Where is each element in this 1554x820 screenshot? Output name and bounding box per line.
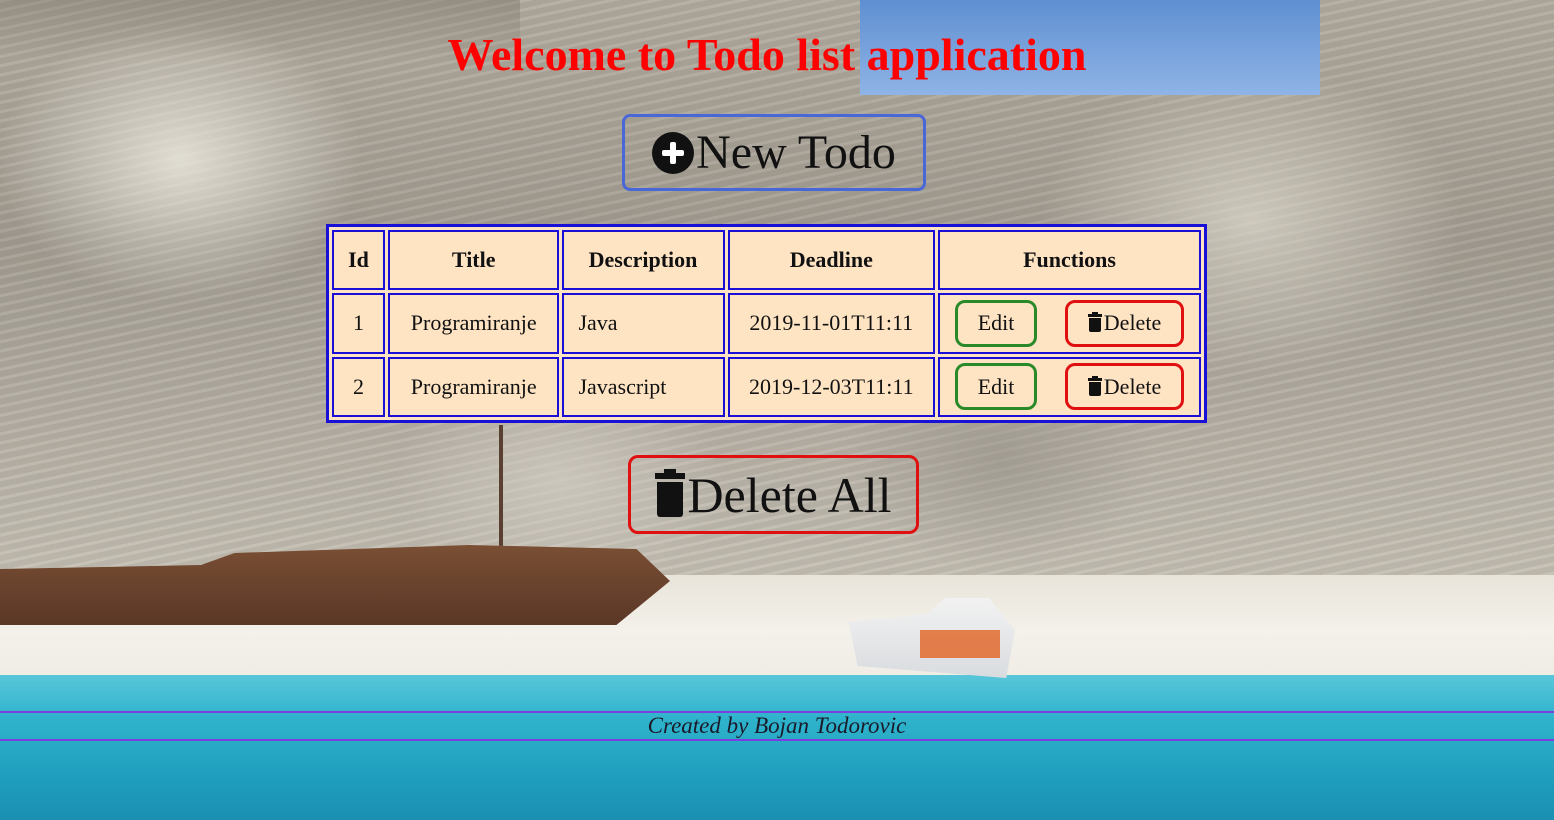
delete-label: Delete	[1103, 373, 1162, 399]
cell-id: 2	[332, 356, 385, 417]
trash-icon	[1087, 312, 1102, 333]
plus-circle-icon	[652, 131, 695, 174]
footer: Created by Bojan Todorovic	[0, 711, 1554, 741]
cell-description: Java	[562, 293, 725, 354]
tour-boat-deck	[920, 630, 1000, 658]
cell-functions: Edit Delete	[938, 293, 1201, 354]
column-header-functions: Functions	[938, 230, 1201, 290]
cell-title: Programiranje	[387, 356, 560, 417]
column-header-description: Description	[562, 230, 725, 290]
delete-button[interactable]: Delete	[1065, 363, 1184, 411]
cell-functions: Edit Delete	[938, 356, 1201, 417]
delete-all-label: Delete All	[687, 466, 892, 523]
column-header-title: Title	[387, 230, 560, 290]
new-todo-label: New Todo	[696, 126, 896, 179]
delete-all-button[interactable]: Delete All	[628, 455, 919, 534]
column-header-deadline: Deadline	[727, 230, 936, 290]
delete-button[interactable]: Delete	[1065, 299, 1184, 347]
row-actions: Edit Delete	[941, 299, 1198, 347]
todo-table: Id Title Description Deadline Functions …	[326, 224, 1207, 423]
page-title: Welcome to Todo list application	[447, 29, 1087, 80]
cell-id: 1	[332, 293, 385, 354]
table-row: 2 Programiranje Javascript 2019-12-03T11…	[332, 356, 1201, 417]
new-todo-button[interactable]: New Todo	[622, 114, 926, 191]
sea-water	[0, 675, 1554, 820]
column-header-id: Id	[332, 230, 385, 290]
edit-button[interactable]: Edit	[955, 299, 1038, 347]
cell-deadline: 2019-12-03T11:11	[727, 356, 936, 417]
edit-button[interactable]: Edit	[955, 363, 1038, 411]
cell-title: Programiranje	[387, 293, 560, 354]
shipwreck-mast	[499, 425, 503, 555]
trash-icon	[1087, 375, 1102, 396]
cell-description: Javascript	[562, 356, 725, 417]
cell-deadline: 2019-11-01T11:11	[727, 293, 936, 354]
delete-label: Delete	[1103, 310, 1162, 336]
table-header-row: Id Title Description Deadline Functions	[332, 230, 1201, 290]
row-actions: Edit Delete	[941, 363, 1198, 411]
table-row: 1 Programiranje Java 2019-11-01T11:11 Ed…	[332, 293, 1201, 354]
trash-icon	[655, 468, 686, 517]
